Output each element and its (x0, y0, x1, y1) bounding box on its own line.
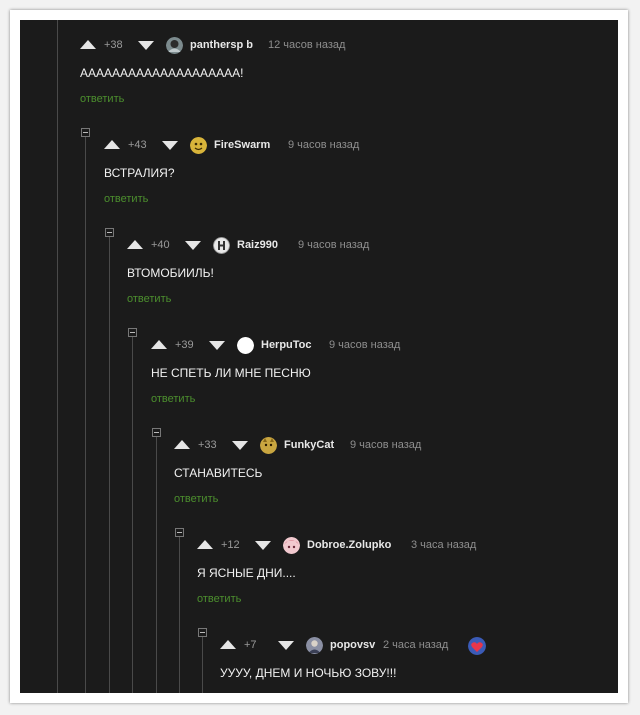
comment-username[interactable]: Raiz990 (237, 237, 278, 253)
collapse-toggle[interactable] (105, 228, 114, 237)
avatar[interactable] (213, 237, 230, 254)
downvote-icon[interactable] (278, 641, 294, 650)
upvote-icon[interactable] (104, 140, 120, 149)
collapse-toggle[interactable] (198, 628, 207, 637)
comment-text: Я ЯСНЫЕ ДНИ.... (197, 566, 296, 580)
comment-time: 9 часов назад (298, 239, 370, 251)
comment-text: АААААААААААААААААААА! (80, 66, 244, 80)
comment-username[interactable]: panthersp b (190, 37, 253, 53)
reply-link[interactable]: ответить (80, 92, 124, 106)
thread-line (156, 436, 157, 693)
thread-line (179, 536, 180, 693)
reply-link[interactable]: ответить (197, 592, 241, 606)
comment-text: СТАНАВИТЕСЬ (174, 466, 263, 480)
comment-time: 12 часов назад (268, 39, 346, 51)
reply-link[interactable]: ответить (151, 392, 195, 406)
comment: +40 Raiz990 9 часов назад ВТОМОБИИЛЬ! от… (127, 237, 587, 317)
comment: +12 Dobroe.Zolupko 3 часа назад Я ЯСНЫЕ … (197, 537, 618, 617)
avatar[interactable] (306, 637, 323, 654)
comment: +43 FireSwarm 9 часов назад ВСТРАЛИЯ? от… (104, 137, 564, 217)
comment-score: +33 (198, 439, 217, 451)
comment-username[interactable]: HerpuToc (261, 337, 312, 353)
avatar[interactable] (190, 137, 207, 154)
thread-line (85, 136, 86, 693)
comment-score: +7 (244, 639, 257, 651)
comment-score: +43 (128, 139, 147, 151)
comment-time: 9 часов назад (350, 439, 422, 451)
upvote-icon[interactable] (197, 540, 213, 549)
upvote-icon[interactable] (127, 240, 143, 249)
downvote-icon[interactable] (162, 141, 178, 150)
reply-link[interactable]: ответить (127, 292, 171, 306)
upvote-icon[interactable] (80, 40, 96, 49)
avatar[interactable] (283, 537, 300, 554)
downvote-icon[interactable] (255, 541, 271, 550)
comment-text: НЕ СПЕТЬ ЛИ МНЕ ПЕСНЮ (151, 366, 311, 380)
thread-line (109, 236, 110, 693)
comment: +7 popovsv 2 часа назад УУУУ, ДНЕМ И НОЧ… (220, 637, 618, 693)
comment-score: +39 (175, 339, 194, 351)
reply-link[interactable]: ответить (104, 192, 148, 206)
downvote-icon[interactable] (232, 441, 248, 450)
comment-text: ВСТРАЛИЯ? (104, 166, 175, 180)
comment-time: 9 часов назад (288, 139, 360, 151)
avatar[interactable] (237, 337, 254, 354)
comment-username[interactable]: FireSwarm (214, 137, 270, 153)
comment-time: 3 часа назад (411, 539, 477, 551)
thread-line (202, 636, 203, 693)
downvote-icon[interactable] (209, 341, 225, 350)
upvote-icon[interactable] (151, 340, 167, 349)
thread-line (57, 20, 58, 693)
upvote-icon[interactable] (220, 640, 236, 649)
reply-link[interactable]: ответить (174, 492, 218, 506)
collapse-toggle[interactable] (128, 328, 137, 337)
thread-line (132, 336, 133, 693)
downvote-icon[interactable] (185, 241, 201, 250)
comment-username[interactable]: popovsv (330, 637, 375, 653)
collapse-toggle[interactable] (81, 128, 90, 137)
comments-thread: +38 panthersp b 12 часов назад ААААААААА… (20, 20, 618, 693)
collapse-toggle[interactable] (175, 528, 184, 537)
comment: +38 panthersp b 12 часов назад ААААААААА… (80, 37, 540, 117)
heart-badge-icon (468, 637, 486, 655)
comment-score: +38 (104, 39, 123, 51)
avatar[interactable] (260, 437, 277, 454)
downvote-icon[interactable] (138, 41, 154, 50)
comment-username[interactable]: Dobroe.Zolupko (307, 537, 391, 553)
comment-text: ВТОМОБИИЛЬ! (127, 266, 214, 280)
comment-username[interactable]: FunkyCat (284, 437, 334, 453)
comment-score: +40 (151, 239, 170, 251)
comment-time: 9 часов назад (329, 339, 401, 351)
screenshot-frame: +38 panthersp b 12 часов назад ААААААААА… (10, 10, 628, 703)
comment: +33 FunkyCat 9 часов назад СТАНАВИТЕСЬ о… (174, 437, 618, 517)
comment-score: +12 (221, 539, 240, 551)
upvote-icon[interactable] (174, 440, 190, 449)
comment-text: УУУУ, ДНЕМ И НОЧЬЮ ЗОВУ!!! (220, 666, 397, 680)
comment-time: 2 часа назад (383, 639, 449, 651)
avatar[interactable] (166, 37, 183, 54)
comment: +39 HerpuToc 9 часов назад НЕ СПЕТЬ ЛИ М… (151, 337, 611, 417)
collapse-toggle[interactable] (152, 428, 161, 437)
